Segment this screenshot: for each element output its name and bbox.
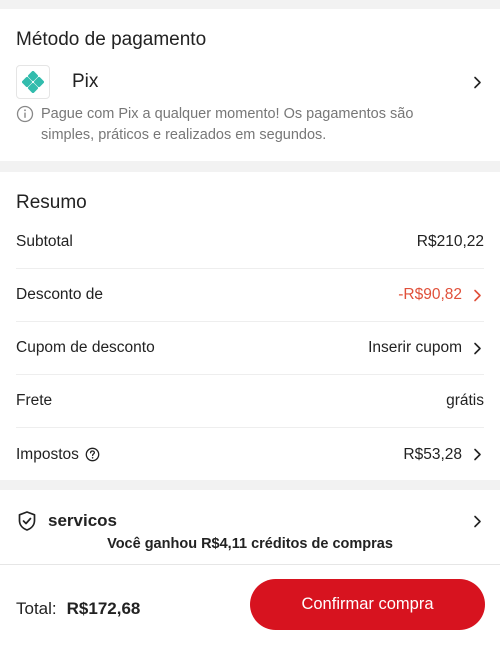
services-section: servicos <box>0 490 500 565</box>
discount-row[interactable]: Desconto de -R$90,82 <box>16 269 484 322</box>
checkout-footer: Total: R$172,68 Confirmar compra <box>0 564 500 655</box>
shield-check-icon <box>18 511 36 531</box>
subtotal-row: Subtotal R$210,22 <box>16 216 484 269</box>
chevron-right-icon <box>470 288 484 302</box>
payment-info-text: Pague com Pix a qualquer momento! Os pag… <box>41 106 414 143</box>
taxes-label: Impostos <box>16 446 100 464</box>
taxes-value: R$53,28 <box>403 446 484 464</box>
payment-method-name: Pix <box>72 71 99 92</box>
summary-title: Resumo <box>16 192 87 213</box>
coupon-value: Inserir cupom <box>368 339 484 357</box>
chevron-right-icon <box>470 75 484 89</box>
subtotal-value: R$210,22 <box>416 233 484 250</box>
shipping-row: Frete grátis <box>16 375 484 428</box>
top-strip <box>0 0 500 9</box>
payment-method-title: Método de pagamento <box>16 29 207 50</box>
discount-label: Desconto de <box>16 286 104 303</box>
info-icon <box>16 105 34 123</box>
services-label: servicos <box>48 511 117 530</box>
pix-logo-icon <box>16 65 50 99</box>
services-row[interactable]: servicos <box>16 508 484 534</box>
coupon-row[interactable]: Cupom de desconto Inserir cupom <box>16 322 484 375</box>
total-label: Total: <box>16 599 57 618</box>
help-icon[interactable] <box>85 447 100 462</box>
confirm-purchase-button[interactable]: Confirmar compra <box>250 579 485 630</box>
summary-section: Resumo Subtotal R$210,22 Desconto de -R$… <box>0 172 500 480</box>
chevron-right-icon <box>470 341 484 355</box>
chevron-right-icon <box>470 514 484 528</box>
total-value: R$172,68 <box>66 599 141 618</box>
discount-value: -R$90,82 <box>398 286 484 304</box>
shipping-label: Frete <box>16 392 53 409</box>
payment-method-section: Método de pagamento Pix Pague com Pix a … <box>0 9 500 161</box>
chevron-right-icon <box>470 448 484 462</box>
subtotal-label: Subtotal <box>16 233 73 250</box>
taxes-row[interactable]: Impostos R$53,28 <box>16 428 484 481</box>
order-total: Total: R$172,68 <box>16 599 140 619</box>
credits-earned-text: Você ganhou R$4,11 créditos de compras <box>107 536 393 552</box>
payment-info: Pague com Pix a qualquer momento! Os pag… <box>16 104 460 146</box>
shipping-value: grátis <box>446 392 484 409</box>
coupon-label: Cupom de desconto <box>16 339 155 356</box>
payment-method-pix[interactable]: Pix <box>16 65 484 99</box>
